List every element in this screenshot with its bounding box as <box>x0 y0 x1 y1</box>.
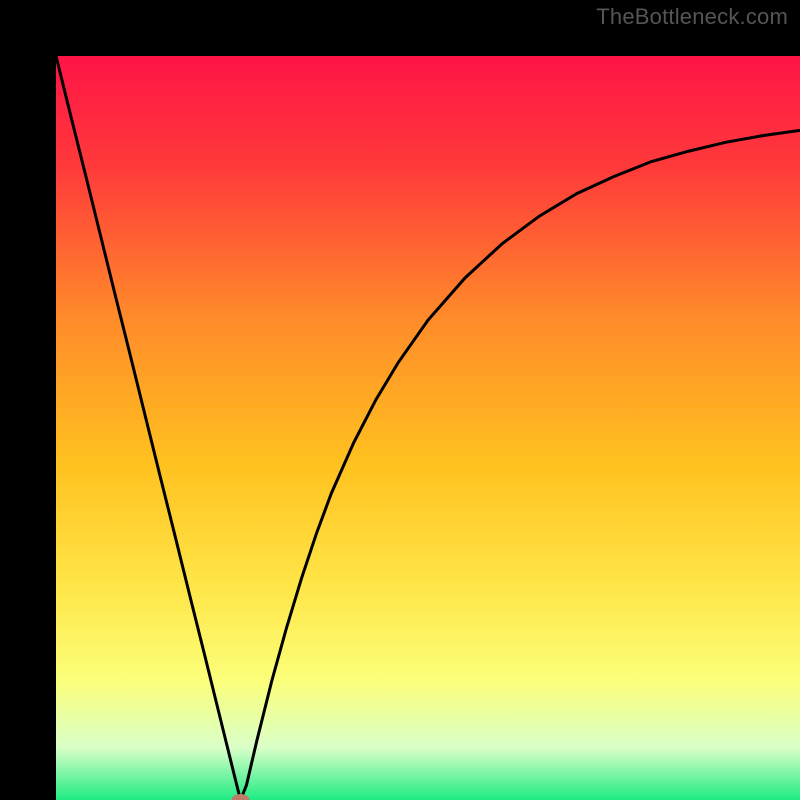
gradient-background <box>56 56 800 800</box>
plot-area <box>56 56 800 800</box>
watermark-text: TheBottleneck.com <box>596 4 788 30</box>
bottleneck-chart <box>56 56 800 800</box>
chart-frame <box>0 0 800 800</box>
